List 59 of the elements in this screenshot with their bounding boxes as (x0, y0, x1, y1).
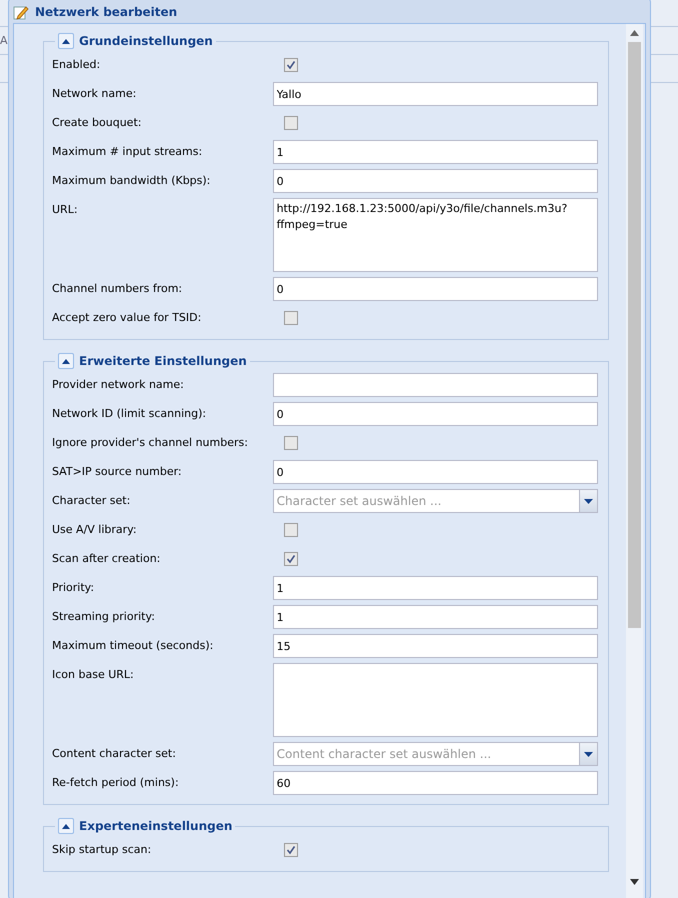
collapse-icon (62, 824, 70, 828)
input-field[interactable]: 0 (272, 277, 598, 301)
field-label: Priority: (52, 580, 96, 596)
section-title: Erweiterte Einstellungen (79, 353, 247, 369)
field-label: Use A/V library: (52, 522, 138, 538)
collapse-icon (62, 38, 70, 44)
collapse-icon (62, 358, 70, 364)
checkbox[interactable] (284, 116, 298, 130)
field-label: Re-fetch period (mins): (52, 775, 180, 791)
section-title: Grundeinstellungen (79, 33, 213, 49)
scroll-down-icon[interactable] (630, 879, 639, 885)
input-field[interactable]: 0 (272, 402, 598, 426)
field-label: Channel numbers from: (52, 281, 184, 297)
field-label: Maximum bandwidth (Kbps): (52, 173, 212, 189)
input-field[interactable]: 0 (272, 460, 598, 484)
field-label: Provider network name: (52, 377, 185, 393)
input-field[interactable]: 1 (272, 140, 598, 164)
section-title: Experteneinstellungen (79, 818, 232, 834)
input-field[interactable]: 0 (272, 169, 598, 193)
field-label: Scan after creation: (52, 551, 162, 567)
field-label: Character set: (52, 493, 132, 509)
scrollbar-thumb[interactable] (628, 42, 641, 628)
input-field[interactable]: 1 (272, 605, 598, 629)
checkbox[interactable] (284, 523, 298, 537)
checkbox[interactable] (284, 436, 298, 450)
checkbox[interactable] (284, 311, 298, 325)
field-label: Maximum timeout (seconds): (52, 638, 214, 654)
dropdown-arrow-icon (584, 752, 593, 756)
field-label: Streaming priority: (52, 609, 156, 625)
text-area[interactable]: http://192.168.1.23:5000/api/y3o/file/channels.m3u?ffmpeg=true (272, 198, 598, 272)
field-label: Accept zero value for TSID: (52, 310, 202, 326)
input-field[interactable]: 1 (272, 576, 598, 600)
checkbox[interactable] (284, 552, 298, 566)
field-label: Create bouquet: (52, 115, 142, 131)
field-label: Ignore provider's channel numbers: (52, 435, 249, 451)
collapse-toggle[interactable] (58, 818, 74, 834)
scroll-up-icon[interactable] (630, 30, 639, 36)
field-label: URL: (52, 202, 79, 218)
field-label: Network name: (52, 86, 138, 102)
dropdown-arrow-icon (584, 498, 593, 504)
field-label: Network ID (limit scanning): (52, 406, 208, 422)
input-field[interactable]: 15 (272, 634, 598, 658)
field-label: Skip startup scan: (52, 842, 152, 858)
field-label: Enabled: (52, 57, 102, 73)
field-label: Maximum # input streams: (52, 144, 204, 160)
background-text: A (0, 33, 8, 49)
collapse-toggle[interactable] (58, 353, 74, 369)
checkbox[interactable] (284, 58, 298, 72)
window-title: Netzwerk bearbeiten (35, 4, 178, 21)
field-label: Content character set: (52, 746, 177, 762)
field-label: Icon base URL: (52, 667, 135, 683)
scrollbar[interactable] (626, 24, 643, 898)
collapse-toggle[interactable] (58, 33, 74, 49)
input-field[interactable]: 60 (272, 771, 598, 795)
checkbox[interactable] (284, 843, 298, 857)
input-field[interactable]: Yallo (272, 82, 598, 106)
pencil-icon (13, 4, 29, 20)
input-field[interactable] (272, 373, 598, 397)
field-label: SAT>IP source number: (52, 464, 183, 480)
